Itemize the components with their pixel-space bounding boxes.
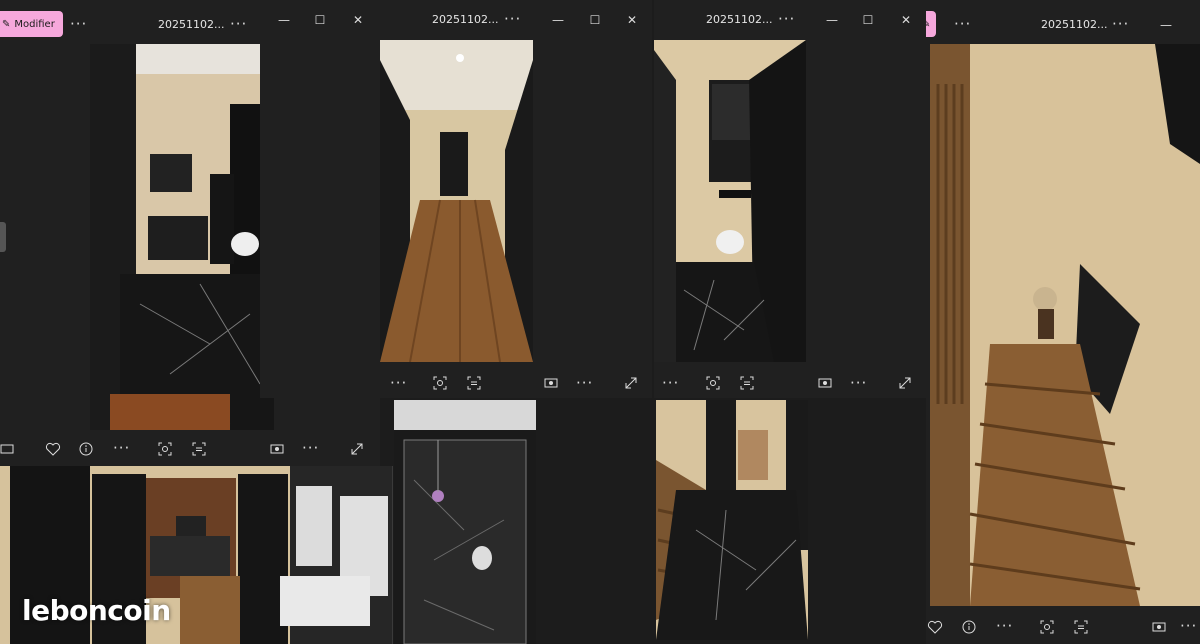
- minimize-button[interactable]: —: [264, 5, 304, 35]
- close-button[interactable]: ✕: [338, 5, 378, 35]
- more-options-button[interactable]: ···: [1180, 619, 1197, 634]
- modify-button-label: Modifier: [14, 18, 55, 30]
- slideshow-icon[interactable]: [1146, 614, 1172, 640]
- more-options-button[interactable]: ···: [70, 17, 87, 32]
- modify-button[interactable]: ✎: [926, 11, 937, 37]
- visual-search-icon[interactable]: [700, 370, 726, 396]
- more-options-button[interactable]: ···: [996, 619, 1013, 634]
- minimize-button[interactable]: —: [812, 5, 852, 35]
- slideshow-icon[interactable]: [264, 436, 290, 462]
- more-options-button[interactable]: ···: [778, 12, 795, 27]
- bottom-toolbar: ··· ···: [380, 366, 652, 398]
- edit-icon: ✎: [926, 18, 931, 30]
- maximize-button[interactable]: ☐: [848, 5, 888, 35]
- divider: [392, 466, 393, 644]
- bottom-toolbar: ··· ···: [926, 610, 1200, 644]
- visual-search-icon[interactable]: [152, 436, 178, 462]
- photo-toilet: [654, 40, 806, 362]
- photo-viewer-window-3: 20251102... ··· — ☐ ✕ ··· ···: [654, 0, 926, 398]
- visual-search-icon[interactable]: [427, 370, 453, 396]
- text-scan-icon[interactable]: [734, 370, 760, 396]
- bottom-toolbar: ··· ···: [0, 432, 380, 466]
- more-options-button[interactable]: ···: [850, 376, 867, 391]
- favorite-heart-icon[interactable]: [40, 436, 66, 462]
- photo-viewer-window-2: — ☐ ✕ 20251102... ··· — ☐ ✕ ··· ···: [260, 0, 652, 398]
- maximize-button[interactable]: ☐: [300, 5, 340, 35]
- filmstrip-icon[interactable]: [0, 436, 20, 462]
- edit-icon: ✎: [2, 18, 11, 30]
- window-title: 20251102...: [432, 13, 499, 26]
- close-button[interactable]: ✕: [612, 5, 652, 35]
- minimize-button[interactable]: —: [538, 5, 578, 35]
- more-options-button[interactable]: ···: [954, 17, 971, 32]
- text-scan-icon[interactable]: [1068, 614, 1094, 640]
- expand-icon[interactable]: [344, 436, 370, 462]
- text-scan-icon[interactable]: [186, 436, 212, 462]
- info-icon[interactable]: [73, 436, 99, 462]
- modify-button[interactable]: ✎ Modifier: [0, 11, 63, 37]
- more-options-button[interactable]: ···: [390, 376, 407, 391]
- visual-search-icon[interactable]: [1034, 614, 1060, 640]
- photo-hallway: [380, 40, 533, 362]
- photo-viewer-window-4: ✎ ··· 20251102... ··· — ··· ···: [926, 0, 1200, 644]
- photo-staircase: [930, 44, 1200, 606]
- more-options-button[interactable]: ···: [576, 376, 593, 391]
- more-options-button[interactable]: ···: [504, 12, 521, 27]
- photo-bathroom: [90, 44, 274, 430]
- maximize-button[interactable]: ☐: [575, 5, 615, 35]
- photo-shower: [394, 400, 536, 644]
- more-options-button[interactable]: ···: [113, 441, 130, 456]
- window-title: 20251102...: [706, 13, 773, 26]
- slideshow-icon[interactable]: [538, 370, 564, 396]
- text-scan-icon[interactable]: [461, 370, 487, 396]
- close-button[interactable]: ✕: [886, 5, 926, 35]
- bottom-toolbar: ··· ···: [654, 366, 926, 398]
- photo-hallway-stairs: [656, 400, 808, 640]
- minimize-button[interactable]: —: [1146, 10, 1186, 40]
- side-panel-handle[interactable]: [0, 222, 6, 252]
- window-title: 20251102...: [1041, 18, 1108, 31]
- more-options-button[interactable]: ···: [662, 376, 679, 391]
- window-title: 20251102...: [158, 18, 225, 31]
- watermark-logo: leboncoin: [22, 594, 171, 627]
- favorite-heart-icon[interactable]: [926, 614, 948, 640]
- slideshow-icon[interactable]: [812, 370, 838, 396]
- more-options-button[interactable]: ···: [1112, 17, 1129, 32]
- expand-icon[interactable]: [618, 370, 644, 396]
- expand-icon[interactable]: [892, 370, 918, 396]
- more-options-button[interactable]: ···: [302, 441, 319, 456]
- more-options-button[interactable]: ···: [230, 17, 247, 32]
- info-icon[interactable]: [956, 614, 982, 640]
